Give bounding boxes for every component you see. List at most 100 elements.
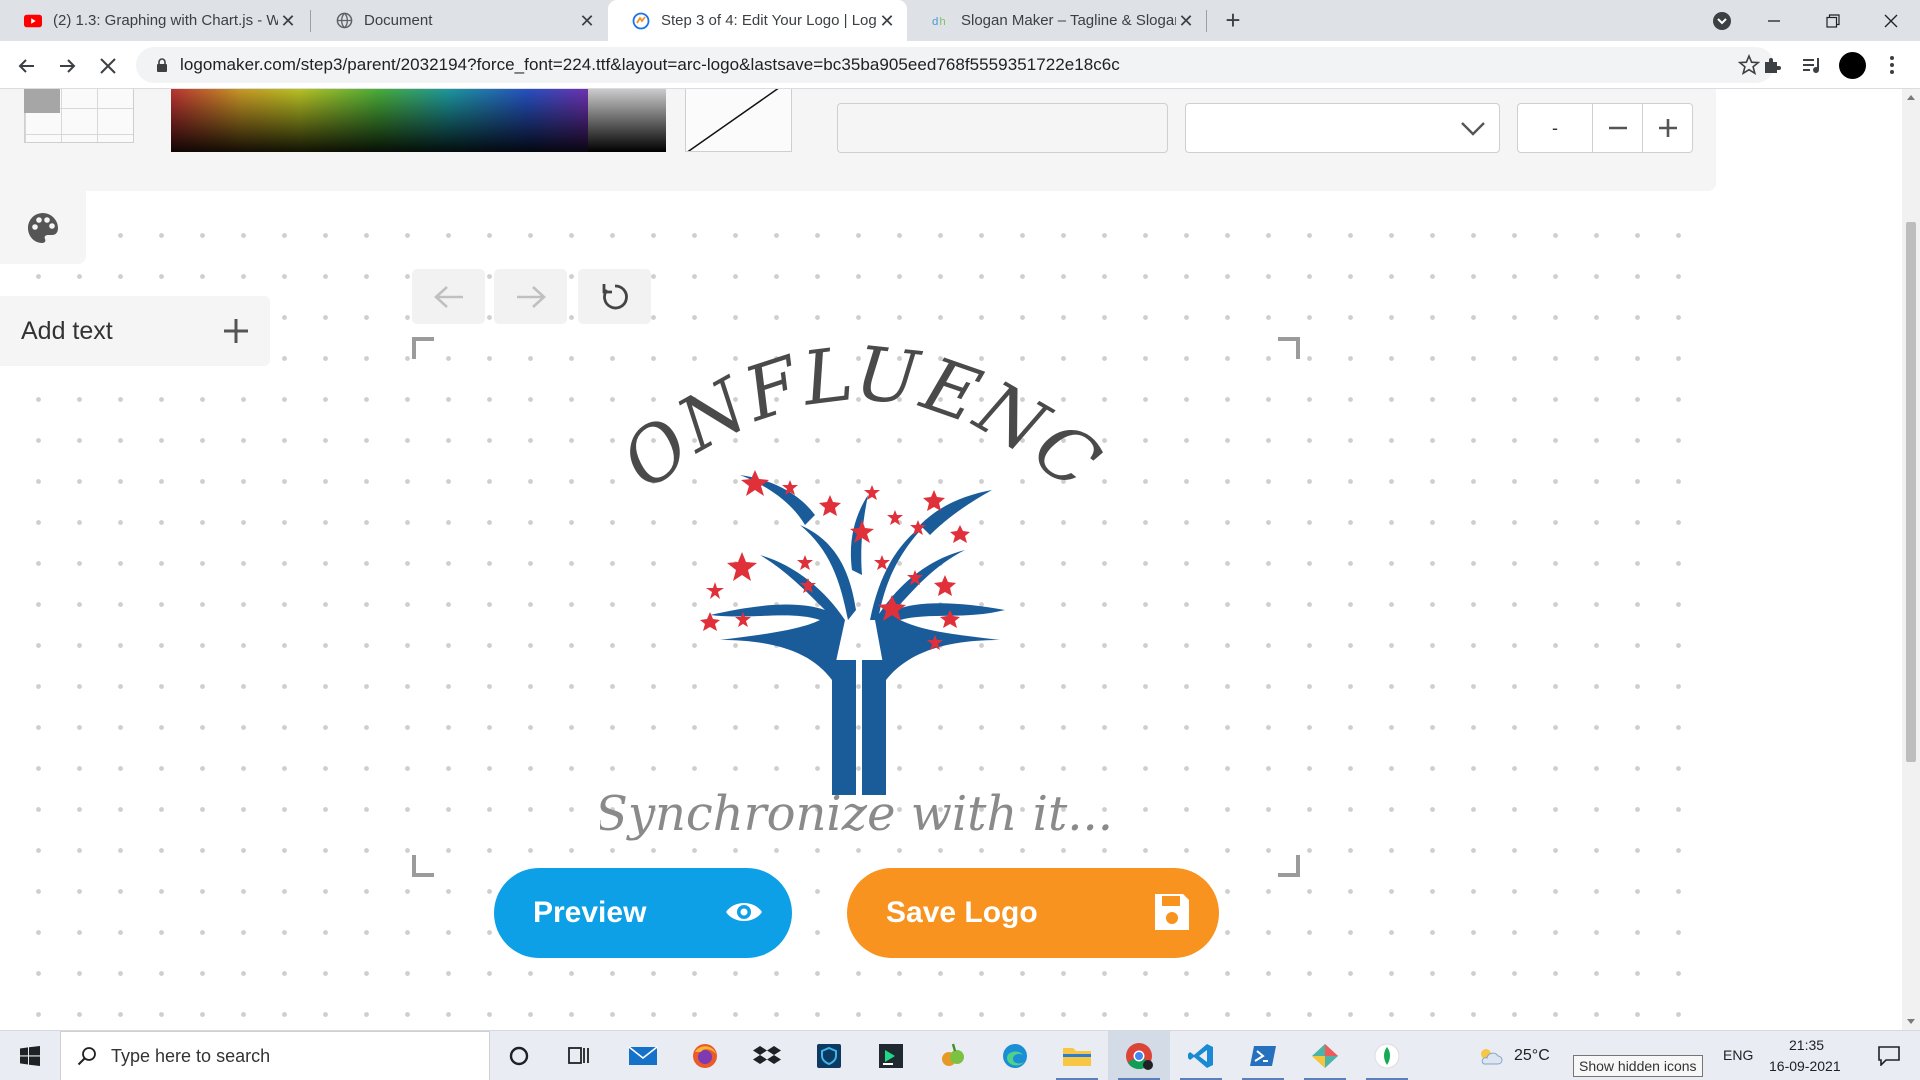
media-control-icon[interactable] [1799, 52, 1825, 78]
logo-title-text[interactable]: CONFLUENCE [600, 320, 1117, 508]
pycharm-icon [879, 1044, 903, 1068]
task-view-icon [568, 1047, 589, 1064]
restore-icon [1826, 13, 1840, 28]
back-button[interactable] [11, 50, 43, 82]
decrease-size-button[interactable] [1593, 104, 1642, 152]
shield-app-icon [817, 1044, 841, 1068]
taskbar-pycharm[interactable] [860, 1031, 922, 1080]
profile-avatar[interactable] [1839, 52, 1866, 79]
tab-search-button[interactable] [1693, 0, 1751, 41]
tab-slogan-maker[interactable]: dh Slogan Maker – Tagline & Slogan ✕ [908, 0, 1206, 41]
font-select[interactable] [1185, 103, 1500, 153]
scroll-up-icon[interactable] [1907, 95, 1915, 100]
arrow-left-icon [433, 285, 463, 308]
chrome-menu-icon[interactable] [1879, 52, 1905, 78]
taskbar-anaconda[interactable] [922, 1031, 984, 1080]
chevron-down-icon [1459, 116, 1487, 145]
reset-button[interactable] [578, 269, 651, 324]
text-edit-field[interactable] [837, 103, 1168, 153]
tab-document[interactable]: Document ✕ [311, 0, 607, 41]
chrome-icon [1126, 1043, 1153, 1070]
clock-time[interactable]: 21:35 [1789, 1037, 1824, 1053]
taskbar-mail[interactable] [612, 1031, 674, 1080]
clock-date[interactable]: 16-09-2021 [1769, 1058, 1841, 1074]
arrow-right-icon [516, 285, 546, 308]
youtube-icon [24, 12, 42, 30]
cortana-button[interactable] [488, 1031, 550, 1080]
plus-icon [1658, 119, 1677, 137]
dh-icon: dh [932, 12, 950, 30]
globe-icon [335, 12, 353, 30]
notification-center-button[interactable] [1860, 1031, 1918, 1080]
no-color-swatch[interactable] [685, 89, 792, 152]
task-view-button[interactable] [548, 1031, 610, 1080]
weather-temperature[interactable]: 25°C [1514, 1047, 1550, 1065]
leaf-icon [1374, 1043, 1400, 1069]
page-scrollbar[interactable] [1902, 89, 1920, 1030]
taskbar-vscode[interactable] [1170, 1031, 1232, 1080]
grayscale-picker[interactable] [588, 89, 666, 152]
taskbar-windows-security[interactable] [798, 1031, 860, 1080]
scrollbar-thumb[interactable] [1906, 222, 1916, 762]
redo-button[interactable] [494, 269, 567, 324]
save-logo-label: Save Logo [886, 896, 1038, 929]
logo-tagline-text[interactable]: Synchronize with it... [600, 786, 1113, 842]
frame-corner [412, 337, 434, 359]
folder-icon [1063, 1048, 1091, 1066]
taskbar-dropbox[interactable] [736, 1031, 798, 1080]
increase-size-button[interactable] [1642, 104, 1692, 152]
scroll-down-icon[interactable] [1907, 1019, 1915, 1024]
address-bar[interactable]: logomaker.com/step3/parent/2032194?force… [136, 47, 1774, 83]
tab-title: (2) 1.3: Graphing with Chart.js - W [53, 12, 278, 29]
taskbar-firefox[interactable] [674, 1031, 736, 1080]
taskbar-powershell[interactable] [1232, 1031, 1294, 1080]
taskbar-edge[interactable] [984, 1031, 1046, 1080]
logo-artwork[interactable]: CONFLUENCE Synchronize w [600, 320, 1120, 880]
save-logo-button[interactable]: Save Logo [847, 868, 1219, 958]
firefox-icon [693, 1044, 717, 1068]
preview-button[interactable]: Preview [494, 868, 792, 958]
weather-widget-icon[interactable] [1470, 1031, 1510, 1080]
lock-icon [144, 57, 180, 73]
tab-title: Document [364, 12, 433, 29]
forward-button[interactable] [51, 50, 83, 82]
show-hidden-icons-tooltip: Show hidden icons [1573, 1055, 1703, 1077]
language-indicator[interactable]: ENG [1723, 1047, 1753, 1063]
cortana-circle-icon [509, 1046, 529, 1066]
restore-button[interactable] [1804, 0, 1862, 41]
extensions-puzzle-icon[interactable] [1759, 52, 1785, 78]
tab-logomaker[interactable]: Step 3 of 4: Edit Your Logo | Logo ✕ [608, 0, 907, 41]
tab-close-icon[interactable]: ✕ [877, 11, 897, 31]
font-size-value[interactable]: - [1518, 104, 1593, 152]
taskbar-file-explorer[interactable] [1046, 1031, 1108, 1080]
selected-color-swatch[interactable] [24, 89, 60, 113]
taskbar-chrome[interactable] [1108, 1031, 1170, 1080]
edge-icon [1003, 1044, 1027, 1068]
tab-close-icon[interactable]: ✕ [278, 11, 298, 31]
tab-close-icon[interactable]: ✕ [1176, 11, 1196, 31]
stop-loading-button[interactable] [92, 50, 124, 82]
taskbar-gitkraken[interactable] [1294, 1031, 1356, 1080]
minimize-button[interactable] [1745, 0, 1803, 41]
url-text: logomaker.com/step3/parent/2032194?force… [180, 55, 1120, 74]
undo-button[interactable] [412, 269, 485, 324]
taskbar-search-input[interactable]: Type here to search [60, 1031, 490, 1080]
frame-corner [412, 855, 434, 877]
new-tab-button[interactable]: + [1218, 6, 1248, 36]
start-button[interactable] [0, 1031, 60, 1080]
tab-youtube[interactable]: (2) 1.3: Graphing with Chart.js - W ✕ [0, 0, 308, 41]
add-text-button[interactable]: Add text [0, 296, 270, 366]
color-palette-button[interactable] [0, 191, 86, 264]
arrow-left-icon [18, 59, 34, 73]
minus-icon [1608, 126, 1627, 130]
close-window-button[interactable] [1862, 0, 1920, 41]
tab-close-icon[interactable]: ✕ [577, 11, 597, 31]
notification-icon [1878, 1046, 1900, 1066]
floppy-disk-icon [1151, 890, 1193, 942]
bookmark-star-icon[interactable] [1737, 53, 1761, 81]
preview-label: Preview [533, 896, 647, 929]
taskbar-mongodb-compass[interactable] [1356, 1031, 1418, 1080]
windows-logo-icon [20, 1046, 40, 1066]
eye-icon [722, 890, 766, 942]
style-toolbar: - [0, 89, 1716, 191]
